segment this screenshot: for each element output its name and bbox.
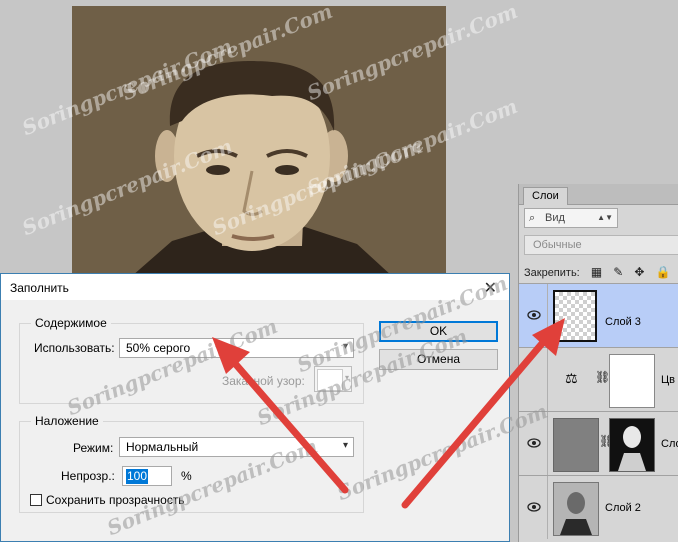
- layer-thumbnail: [553, 482, 599, 536]
- ok-button[interactable]: OK: [379, 321, 498, 342]
- lock-row: Закрепить: ▦ ✎ ✥ 🔒: [524, 265, 670, 280]
- contents-legend: Содержимое: [31, 316, 111, 330]
- mode-label: Режим:: [73, 441, 114, 455]
- close-icon[interactable]: ✕: [484, 278, 497, 298]
- custom-pattern-label: Заказной узор:: [222, 374, 305, 388]
- cancel-button[interactable]: Отмена: [379, 349, 498, 370]
- lock-transparency-icon[interactable]: ▦: [591, 265, 602, 279]
- layer-row[interactable]: ⛓ Сло: [519, 411, 678, 475]
- dialog-title: Заполнить: [10, 281, 69, 295]
- lock-all-icon[interactable]: 🔒: [655, 265, 670, 279]
- chain-link-icon: ⛓: [595, 370, 611, 384]
- divider: [547, 476, 548, 539]
- divider: [547, 284, 548, 347]
- opacity-input[interactable]: 100: [122, 466, 172, 486]
- layers-panel: Слои ⌕ Вид ▲▼ Обычные Закрепить: ▦ ✎ ✥ 🔒…: [518, 184, 678, 542]
- layer-name: Цв: [661, 374, 675, 386]
- use-label: Использовать:: [34, 341, 115, 355]
- dialog-titlebar: Заполнить ✕: [1, 274, 509, 300]
- layer-thumbnail: [553, 418, 599, 472]
- mode-select[interactable]: Нормальный ▾: [119, 437, 354, 457]
- use-select[interactable]: 50% серого ▾: [119, 338, 354, 358]
- custom-pattern-picker[interactable]: ▾: [314, 366, 352, 392]
- divider: [547, 412, 548, 475]
- eye-icon[interactable]: [527, 500, 541, 514]
- blending-legend: Наложение: [31, 414, 103, 428]
- layer-row[interactable]: Слой 3: [519, 283, 678, 347]
- layer-mask-thumbnail: [609, 354, 655, 408]
- layer-filter-select[interactable]: ⌕ Вид ▲▼: [524, 208, 618, 228]
- layers-tabbar: Слои: [519, 184, 678, 205]
- preserve-transparency-label[interactable]: Сохранить прозрачность: [46, 492, 185, 508]
- chevron-down-icon: ▾: [342, 440, 348, 451]
- tab-layers[interactable]: Слои: [523, 187, 568, 205]
- eye-icon[interactable]: [527, 436, 541, 450]
- lock-brush-icon[interactable]: ✎: [613, 265, 623, 279]
- layer-filter-value: Вид: [545, 212, 565, 224]
- opacity-value: 100: [126, 469, 149, 484]
- layer-thumbnail: [553, 290, 597, 342]
- pattern-swatch: [317, 369, 343, 391]
- contents-group: [19, 323, 364, 404]
- photo-canvas: [72, 6, 446, 276]
- lock-move-icon[interactable]: ✥: [634, 265, 644, 279]
- search-icon: ⌕: [529, 212, 536, 224]
- use-select-value: 50% серого: [126, 341, 191, 355]
- preserve-transparency-checkbox[interactable]: [30, 494, 42, 506]
- layer-row[interactable]: Слой 2: [519, 475, 678, 539]
- updown-arrow-icon: ▲▼: [597, 213, 613, 222]
- blend-mode-value: Обычные: [533, 239, 582, 251]
- portrait-photo: [132, 61, 392, 276]
- divider: [547, 348, 548, 411]
- opacity-unit: %: [181, 469, 192, 483]
- eye-icon[interactable]: [527, 308, 541, 322]
- mode-select-value: Нормальный: [126, 440, 199, 454]
- fill-dialog: Заполнить ✕ Содержимое Использовать: 50%…: [0, 273, 510, 542]
- blend-mode-select[interactable]: Обычные: [524, 235, 678, 255]
- balance-icon: ⚖: [565, 370, 578, 386]
- lock-label: Закрепить:: [524, 267, 580, 279]
- chevron-down-icon: ▾: [342, 341, 348, 352]
- layer-name: Сло: [661, 438, 678, 450]
- layer-mask-thumbnail: [609, 418, 655, 472]
- chevron-down-icon: ▾: [344, 373, 349, 382]
- layer-name: Слой 2: [605, 502, 641, 514]
- opacity-label: Непрозр.:: [61, 469, 115, 483]
- layer-row[interactable]: ⚖ ⛓ Цв: [519, 347, 678, 411]
- layer-name: Слой 3: [605, 316, 641, 328]
